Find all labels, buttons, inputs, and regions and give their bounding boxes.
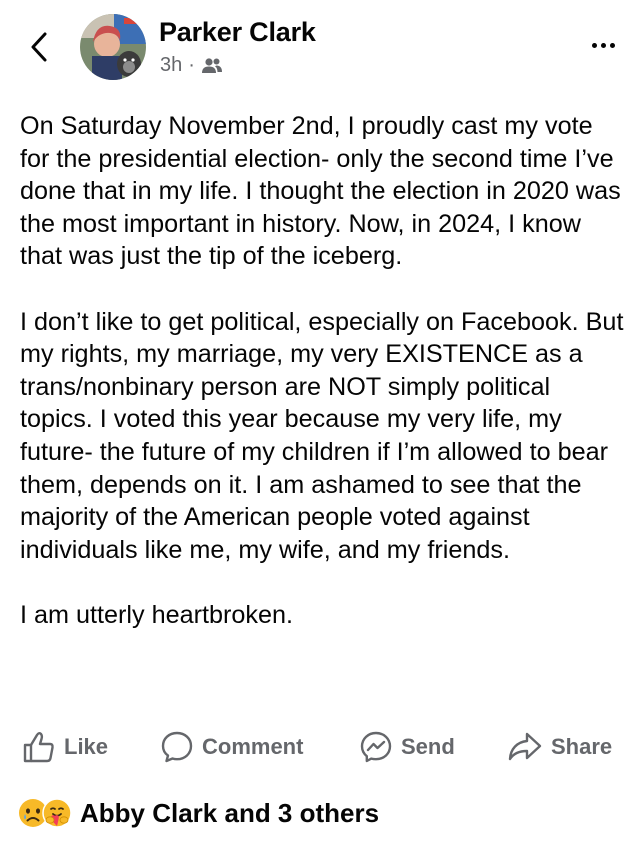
comment-button[interactable]: Comment (160, 727, 303, 767)
reactions-summary-text[interactable]: Abby Clark and 3 others (80, 798, 379, 829)
send-button[interactable]: Send (359, 727, 455, 767)
author-name[interactable]: Parker Clark (159, 17, 316, 48)
post-header: Parker Clark 3h · (0, 0, 640, 100)
like-label: Like (64, 734, 109, 759)
more-dots-icon (591, 42, 597, 48)
post-paragraph: On Saturday November 2nd, I proudly cast… (20, 112, 621, 271)
comment-bubble-icon (161, 731, 193, 763)
share-button[interactable]: Share (507, 727, 612, 767)
share-arrow-icon (508, 732, 542, 761)
like-button[interactable]: Like (22, 727, 108, 767)
avatar[interactable] (80, 14, 146, 80)
post-meta: 3h · (160, 54, 223, 77)
send-label: Send (401, 734, 455, 759)
post-paragraph: I am utterly heartbroken. (20, 600, 293, 629)
action-bar: Like Comment Send Share (0, 727, 640, 767)
back-button[interactable] (26, 30, 52, 64)
care-hug-face-icon (42, 798, 72, 828)
share-label: Share (551, 734, 613, 759)
reactions-summary[interactable]: Abby Clark and 3 others (18, 795, 379, 831)
chevron-left-icon (31, 32, 47, 62)
comment-label: Comment (202, 734, 304, 759)
post-paragraph: I don’t like to get political, especiall… (20, 307, 624, 564)
post-time[interactable]: 3h (160, 54, 182, 77)
friends-icon[interactable] (201, 57, 223, 75)
more-options-button[interactable] (583, 30, 623, 60)
thumbs-up-icon (23, 732, 54, 763)
messenger-icon (360, 731, 392, 763)
meta-separator: · (188, 54, 195, 76)
post-body: On Saturday November 2nd, I proudly cast… (20, 110, 626, 664)
